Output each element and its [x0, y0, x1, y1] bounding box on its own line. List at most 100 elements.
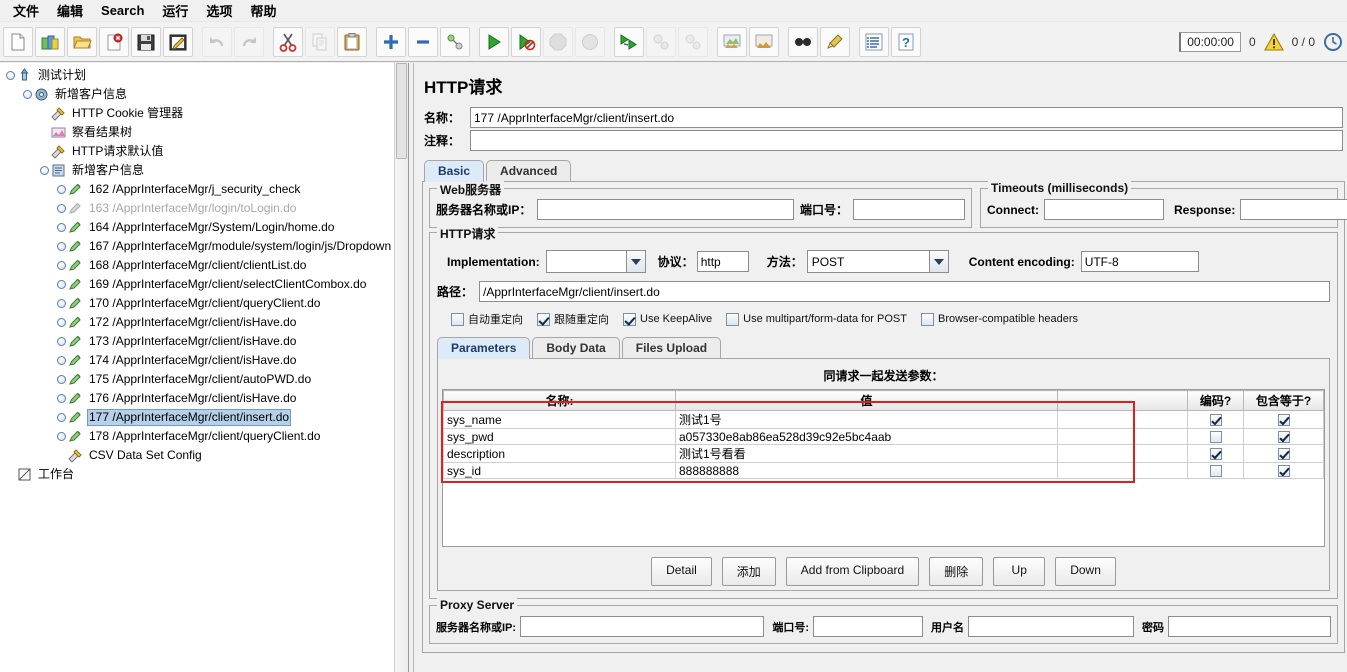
- param-include-equals-cell[interactable]: [1243, 444, 1324, 463]
- tree-expander-icon[interactable]: [6, 71, 15, 80]
- parameters-table-container[interactable]: 名称: 值 编码? 包含等于? sys_name 测试1号 sys_pwd a0573…: [441, 389, 1325, 547]
- tree-node[interactable]: 175 /ApprInterfaceMgr/client/autoPWD.do: [0, 370, 408, 389]
- param-blank-cell[interactable]: [1057, 444, 1188, 463]
- param-encode-cell[interactable]: [1187, 462, 1244, 479]
- tree-node[interactable]: 162 /ApprInterfaceMgr/j_security_check: [0, 180, 408, 199]
- warning-triangle-icon[interactable]: [1263, 33, 1284, 51]
- protocol-input[interactable]: [696, 251, 749, 272]
- copy-icon-button[interactable]: [305, 26, 335, 57]
- path-input[interactable]: [479, 281, 1330, 302]
- menu-help[interactable]: 帮助: [241, 0, 285, 22]
- port-input[interactable]: [853, 199, 965, 220]
- tree-expander-icon[interactable]: [57, 413, 66, 422]
- tree-node[interactable]: 察看结果树: [0, 123, 408, 142]
- browser-compatible-checkbox-wrapper[interactable]: Browser-compatible headers: [920, 312, 1078, 326]
- tree-expander-icon[interactable]: [57, 242, 66, 251]
- tree-node[interactable]: HTTP请求默认值: [0, 142, 408, 161]
- tree-expander-icon[interactable]: [57, 223, 66, 232]
- detail-button[interactable]: Detail: [651, 557, 712, 586]
- auto-redirect-checkbox[interactable]: [451, 312, 464, 326]
- tree-expander-icon[interactable]: [57, 318, 66, 327]
- test-plan-tree[interactable]: 测试计划 新增客户信息 HTTP Cookie 管理器 察看结果树 HTTP请求默认值新…: [0, 63, 408, 484]
- tree-node[interactable]: 178 /ApprInterfaceMgr/client/queryClient…: [0, 427, 408, 446]
- tab-parameters[interactable]: Parameters: [437, 337, 531, 359]
- tree-expander-icon[interactable]: [57, 299, 66, 308]
- tree-expander-icon[interactable]: [57, 337, 66, 346]
- menu-file[interactable]: 文件: [4, 0, 48, 22]
- tree-node[interactable]: 工作台: [0, 465, 408, 484]
- test-plan-tree-panel[interactable]: 测试计划 新增客户信息 HTTP Cookie 管理器 察看结果树 HTTP请求默认值新…: [0, 63, 409, 672]
- function-helper-icon-button[interactable]: [859, 26, 889, 57]
- shutdown-icon-button[interactable]: [575, 26, 605, 57]
- stop-icon-button[interactable]: [543, 26, 573, 57]
- remote-start-all-icon-button[interactable]: [614, 26, 644, 57]
- param-blank-cell[interactable]: [1057, 410, 1188, 429]
- clear-icon-button[interactable]: [717, 26, 747, 57]
- tree-expander-icon[interactable]: [57, 375, 66, 384]
- toggle-icon-button[interactable]: [440, 26, 470, 57]
- keepalive-checkbox-wrapper[interactable]: Use KeepAlive: [623, 312, 712, 326]
- param-value-cell[interactable]: 测试1号: [675, 410, 1058, 429]
- tree-vertical-scrollbar[interactable]: [394, 63, 408, 672]
- tree-expander-icon[interactable]: [57, 432, 66, 441]
- templates-icon-button[interactable]: [35, 26, 65, 57]
- tree-expander-icon[interactable]: [57, 185, 66, 194]
- include-equals-checkbox[interactable]: [1277, 431, 1290, 444]
- col-blank[interactable]: [1057, 390, 1188, 411]
- col-encode[interactable]: 编码?: [1187, 390, 1244, 411]
- tree-node[interactable]: 173 /ApprInterfaceMgr/client/isHave.do: [0, 332, 408, 351]
- proxy-server-input[interactable]: [520, 616, 765, 637]
- tree-expander-icon[interactable]: [57, 204, 66, 213]
- param-encode-cell[interactable]: [1187, 410, 1244, 429]
- clock-refresh-icon[interactable]: [1323, 32, 1343, 52]
- follow-redirect-checkbox[interactable]: [537, 312, 550, 326]
- new-file-icon-button[interactable]: [3, 26, 33, 57]
- tree-expander-icon[interactable]: [57, 280, 66, 289]
- param-include-equals-cell[interactable]: [1243, 428, 1324, 445]
- tab-basic[interactable]: Basic: [424, 160, 485, 182]
- name-input[interactable]: [470, 107, 1343, 128]
- param-name-cell[interactable]: description: [443, 444, 676, 463]
- tree-node[interactable]: 168 /ApprInterfaceMgr/client/clientList.…: [0, 256, 408, 275]
- delete-button[interactable]: 删除: [929, 557, 984, 586]
- redo-icon-button[interactable]: [234, 26, 264, 57]
- tab-body-data[interactable]: Body Data: [532, 337, 620, 359]
- scrollbar-thumb[interactable]: [396, 63, 407, 159]
- expand-all-icon-button[interactable]: [376, 26, 406, 57]
- proxy-username-input[interactable]: [968, 616, 1134, 637]
- tree-expander-icon[interactable]: [57, 261, 66, 270]
- param-value-cell[interactable]: a057330e8ab86ea528d39c92e5bc4aab: [675, 428, 1058, 445]
- server-name-input[interactable]: [537, 199, 794, 220]
- encode-checkbox[interactable]: [1209, 414, 1222, 427]
- cut-icon-button[interactable]: [273, 26, 303, 57]
- start-no-pause-icon-button[interactable]: [511, 26, 541, 57]
- tree-node[interactable]: HTTP Cookie 管理器: [0, 104, 408, 123]
- auto-redirect-checkbox-wrapper[interactable]: 自动重定向: [451, 311, 523, 327]
- close-file-icon-button[interactable]: [99, 26, 129, 57]
- search-icon-button[interactable]: [788, 26, 818, 57]
- connect-timeout-input[interactable]: [1044, 199, 1164, 220]
- param-blank-cell[interactable]: [1057, 428, 1188, 445]
- menu-options[interactable]: 选项: [197, 0, 241, 22]
- param-include-equals-cell[interactable]: [1243, 462, 1324, 479]
- proxy-password-input[interactable]: [1168, 616, 1331, 637]
- tree-node[interactable]: CSV Data Set Config: [0, 446, 408, 465]
- table-row[interactable]: sys_pwd a057330e8ab86ea528d39c92e5bc4aab: [443, 428, 1324, 445]
- tree-node[interactable]: 新增客户信息: [0, 85, 408, 104]
- tree-node[interactable]: 176 /ApprInterfaceMgr/client/isHave.do: [0, 389, 408, 408]
- proxy-port-input[interactable]: [813, 616, 923, 637]
- save-icon-button[interactable]: [131, 26, 161, 57]
- table-row[interactable]: sys_id 888888888: [443, 462, 1324, 479]
- tree-expander-icon[interactable]: [57, 356, 66, 365]
- tree-node[interactable]: 测试计划: [0, 66, 408, 85]
- tree-node[interactable]: 172 /ApprInterfaceMgr/client/isHave.do: [0, 313, 408, 332]
- content-encoding-input[interactable]: [1080, 251, 1199, 272]
- remote-stop-all-icon-button[interactable]: [646, 26, 676, 57]
- remote-shutdown-all-icon-button[interactable]: [678, 26, 708, 57]
- method-select[interactable]: POST: [806, 250, 949, 273]
- search-reset-icon-button[interactable]: [820, 26, 850, 57]
- tree-node[interactable]: 164 /ApprInterfaceMgr/System/Login/home.…: [0, 218, 408, 237]
- tree-node[interactable]: 167 /ApprInterfaceMgr/module/system/logi…: [0, 237, 408, 256]
- encode-checkbox[interactable]: [1209, 431, 1222, 444]
- response-timeout-input[interactable]: [1240, 199, 1347, 220]
